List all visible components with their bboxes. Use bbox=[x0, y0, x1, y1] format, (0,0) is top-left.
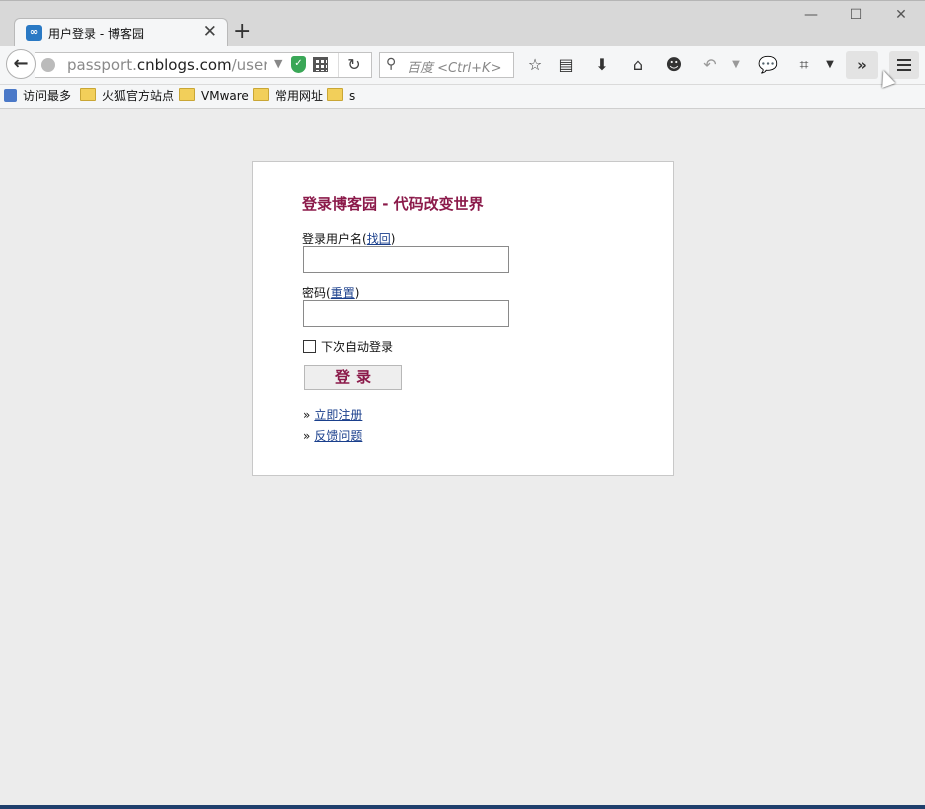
back-button[interactable]: ← bbox=[6, 49, 36, 79]
title-bar: ∞ 用户登录 - 博客园 ✕ + — ☐ ✕ bbox=[0, 0, 925, 47]
username-input[interactable] bbox=[303, 246, 509, 273]
new-tab-button[interactable]: + bbox=[233, 19, 251, 45]
bookmarks-toolbar: 访问最多 火狐官方站点 VMware 常用网址 s bbox=[0, 85, 925, 109]
bookmark-most-visited[interactable]: 访问最多 bbox=[4, 88, 71, 105]
screenshot-crop-icon[interactable]: ⌗ bbox=[792, 54, 816, 76]
folder-icon bbox=[179, 88, 195, 101]
login-title: 登录博客园 - 代码改变世界 bbox=[302, 195, 484, 213]
cnblogs-favicon-icon: ∞ bbox=[26, 25, 42, 41]
bookmark-firefox-site[interactable]: 火狐官方站点 bbox=[80, 88, 174, 105]
crop-dropdown-icon[interactable]: ▼ bbox=[818, 54, 842, 76]
password-label: 密码(重置) bbox=[302, 286, 360, 300]
bookmark-vmware[interactable]: VMware bbox=[179, 88, 249, 105]
folder-icon bbox=[253, 88, 269, 101]
security-shield-icon[interactable]: ✓ bbox=[291, 56, 306, 73]
bookmark-common-urls[interactable]: 常用网址 bbox=[253, 88, 323, 105]
minimize-window-button[interactable]: — bbox=[796, 7, 826, 27]
feedback-link[interactable]: 反馈问题 bbox=[314, 429, 362, 443]
close-tab-icon[interactable]: ✕ bbox=[203, 22, 217, 42]
toolbar-overflow-button[interactable]: » bbox=[846, 51, 878, 79]
undo-dropdown-icon[interactable]: ▼ bbox=[724, 54, 748, 76]
reset-password-link[interactable]: 重置 bbox=[331, 286, 355, 300]
smiley-feedback-icon[interactable]: ☻ bbox=[662, 54, 686, 76]
reading-list-icon[interactable]: ▤ bbox=[554, 54, 578, 76]
bookmark-star-icon[interactable]: ☆ bbox=[523, 54, 547, 76]
login-button[interactable]: 登录 bbox=[304, 365, 402, 390]
home-icon[interactable]: ⌂ bbox=[626, 54, 650, 76]
url-text[interactable]: passport.cnblogs.com/user/sig bbox=[67, 56, 267, 74]
recover-username-link[interactable]: 找回 bbox=[367, 232, 391, 246]
register-link[interactable]: 立即注册 bbox=[314, 408, 362, 422]
bookmark-s[interactable]: s bbox=[327, 88, 355, 105]
url-history-dropdown-icon[interactable]: ▼ bbox=[274, 57, 282, 70]
password-input[interactable] bbox=[303, 300, 509, 327]
close-window-button[interactable]: ✕ bbox=[886, 7, 916, 27]
taskbar-edge bbox=[0, 805, 925, 809]
url-bar[interactable]: passport.cnblogs.com/user/sig ▼ ✓ ↻ bbox=[35, 52, 372, 78]
chat-bubble-icon[interactable]: 💬 bbox=[756, 54, 780, 76]
remember-me-checkbox[interactable] bbox=[303, 340, 316, 353]
remember-me-label[interactable]: 下次自动登录 bbox=[321, 338, 393, 355]
undo-icon[interactable]: ↶ bbox=[698, 54, 722, 76]
register-row: » 立即注册 bbox=[303, 406, 362, 423]
browser-tab[interactable]: ∞ 用户登录 - 博客园 ✕ bbox=[14, 18, 228, 47]
login-panel: 登录博客园 - 代码改变世界 登录用户名(找回) 密码(重置) 下次自动登录 登… bbox=[252, 161, 674, 476]
search-bar[interactable]: ⚲ 百度 <Ctrl+K> bbox=[379, 52, 514, 78]
maximize-window-button[interactable]: ☐ bbox=[841, 7, 871, 27]
folder-icon bbox=[80, 88, 96, 101]
folder-icon bbox=[327, 88, 343, 101]
download-icon[interactable]: ⬇ bbox=[590, 54, 614, 76]
search-placeholder: 百度 <Ctrl+K> bbox=[407, 61, 502, 76]
bookmark-star-icon bbox=[4, 89, 17, 102]
site-identity-globe-icon[interactable] bbox=[41, 58, 55, 72]
hamburger-menu-icon[interactable] bbox=[889, 51, 919, 79]
tab-title: 用户登录 - 博客园 bbox=[48, 27, 144, 41]
qr-code-icon[interactable] bbox=[313, 57, 328, 72]
search-icon: ⚲ bbox=[386, 56, 397, 72]
username-label: 登录用户名(找回) bbox=[302, 232, 396, 246]
feedback-row: » 反馈问题 bbox=[303, 427, 362, 444]
link-bullet: » bbox=[303, 408, 311, 422]
reload-icon[interactable]: ↻ bbox=[338, 53, 369, 77]
navigation-toolbar: passport.cnblogs.com/user/sig ▼ ✓ ↻ ← ⚲ … bbox=[0, 46, 925, 85]
link-bullet: » bbox=[303, 429, 311, 443]
